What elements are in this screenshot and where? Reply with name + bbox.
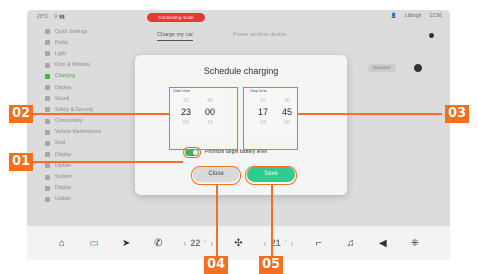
sidebar-item[interactable]: Pedal: [33, 37, 125, 48]
sidebar-item-label: Seat: [55, 140, 66, 147]
sidebar-item-label: Charging: [55, 73, 76, 80]
sidebar-item-label: Light: [55, 50, 66, 57]
dialog-title: Schedule charging: [203, 66, 279, 76]
car-icon[interactable]: ▭: [87, 236, 101, 250]
sidebar-item-icon: [45, 185, 50, 191]
tab-power-another-device[interactable]: Power another device: [233, 32, 286, 41]
home-icon[interactable]: ⌂: [55, 236, 69, 250]
sidebar-item-label: Connectivity: [55, 118, 83, 125]
sidebar-item-label: Sound: [55, 95, 70, 102]
fan-icon[interactable]: ✣: [231, 236, 245, 250]
sidebar-item[interactable]: Quick Settings: [33, 26, 125, 37]
sidebar-item[interactable]: Door & Window: [33, 60, 125, 71]
sidebar-item-icon: [45, 85, 50, 91]
sidebar-item-icon: [45, 62, 50, 68]
highlight-stop-time: [243, 87, 298, 150]
sidebar-item-label: Vehicle Maintenance: [55, 129, 102, 136]
callout-05: 05: [259, 256, 283, 274]
sidebar-item[interactable]: System: [33, 171, 125, 182]
connector-line-05: [271, 185, 273, 256]
sidebar-item-icon: [45, 51, 50, 57]
connector-line-01: [33, 161, 183, 163]
sidebar-item-label: Pedal: [55, 39, 68, 46]
sidebar-item-label: Update: [55, 196, 72, 203]
settings-sidebar: Quick Settings Pedal Light Door & Window Cha…: [33, 26, 125, 224]
sidebar-item-icon: [45, 163, 50, 169]
sidebar-item-icon: [45, 129, 50, 135]
sidebar-item[interactable]: Sound: [33, 93, 125, 104]
seat-icon[interactable]: ⌐: [312, 236, 326, 250]
navigation-icon[interactable]: ➤: [119, 236, 133, 250]
sidebar-item[interactable]: Display: [33, 82, 125, 93]
temperature-readout: 20°C: [37, 14, 49, 20]
driver-temperature[interactable]: ‹ 22 ° ›: [183, 238, 213, 248]
connector-line-02: [33, 113, 169, 115]
sidebar-item-icon: [45, 96, 50, 102]
sidebar-item-label: Quick Settings: [55, 28, 88, 35]
tutorial-stage: 20°C ⚲ ▮▮ Connecting mode 👤 Lbhngh 12:56…: [0, 0, 478, 274]
sidebar-item-label: System: [55, 174, 72, 181]
status-bar: 20°C ⚲ ▮▮ Connecting mode 👤 Lbhngh 12:56: [27, 10, 450, 24]
sidebar-item[interactable]: Vehicle Maintenance: [33, 127, 125, 138]
music-icon[interactable]: ♫: [344, 236, 358, 250]
connectivity-icons: ⚲ ▮▮: [54, 14, 65, 20]
callout-03: 03: [445, 105, 469, 123]
highlight-save-button: [245, 166, 297, 185]
sidebar-item-label: Display: [55, 84, 72, 91]
sidebar-item-icon: [45, 152, 50, 158]
tab-charge-my-car[interactable]: Charge my car: [157, 32, 194, 41]
sidebar-item-label: Update: [55, 162, 72, 169]
sidebar-item-icon: [45, 140, 50, 146]
clock: 12:56: [429, 13, 442, 19]
sidebar-item-label: Safety & Security: [55, 106, 94, 113]
apps-grid-icon[interactable]: ⁜: [408, 236, 422, 250]
bottom-dock: ⌂ ▭ ➤ ✆ ‹ 22 ° › ✣ ‹ 21 ° › ⌐ ♫ ◀ ⁜: [27, 226, 450, 260]
sidebar-item[interactable]: Display: [33, 149, 125, 160]
mode-toggle[interactable]: Dynamic: [368, 64, 396, 72]
sidebar-item-icon: [45, 29, 50, 35]
sidebar-item-icon: [45, 73, 50, 79]
schedule-charging-dialog: Schedule charging Start time 22 23 00 45…: [135, 55, 347, 195]
sidebar-item[interactable]: Light: [33, 48, 125, 59]
user-name: Lbhngh: [404, 13, 422, 19]
sidebar-item[interactable]: Update: [33, 194, 125, 205]
callout-02: 02: [9, 105, 33, 123]
sidebar-item-label: Display: [55, 185, 72, 192]
sidebar-item[interactable]: Charging: [33, 71, 125, 82]
charge-tabs: Charge my car Power another device: [157, 32, 286, 41]
connecting-mode-badge: Connecting mode: [147, 13, 205, 22]
prioritize-battery-label: Prioritize target battery level: [205, 149, 267, 155]
sidebar-item-label: Door & Window: [55, 62, 90, 69]
mode-toggle-knob[interactable]: [414, 64, 422, 72]
highlight-close-button: [191, 166, 241, 185]
sidebar-item-icon: [45, 196, 50, 202]
user-icon: 👤: [390, 13, 397, 19]
sidebar-item[interactable]: Display: [33, 183, 125, 194]
connector-line-04: [216, 185, 218, 256]
highlight-start-time: [169, 87, 238, 150]
highlight-toggle: [183, 147, 201, 158]
sidebar-item-icon: [45, 118, 50, 124]
sidebar-item-icon: [45, 107, 50, 113]
sidebar-item[interactable]: Seat: [33, 138, 125, 149]
sidebar-item-icon: [45, 174, 50, 180]
panel-close-icon[interactable]: [429, 33, 434, 38]
passenger-temperature[interactable]: ‹ 21 ° ›: [264, 238, 294, 248]
connector-line-03: [298, 113, 442, 115]
callout-04: 04: [204, 256, 228, 274]
callout-01: 01: [9, 153, 33, 171]
sidebar-item-icon: [45, 40, 50, 46]
phone-icon[interactable]: ✆: [151, 236, 165, 250]
sidebar-item-label: Display: [55, 151, 72, 158]
sidebar-item[interactable]: Connectivity: [33, 116, 125, 127]
volume-icon[interactable]: ◀: [376, 236, 390, 250]
